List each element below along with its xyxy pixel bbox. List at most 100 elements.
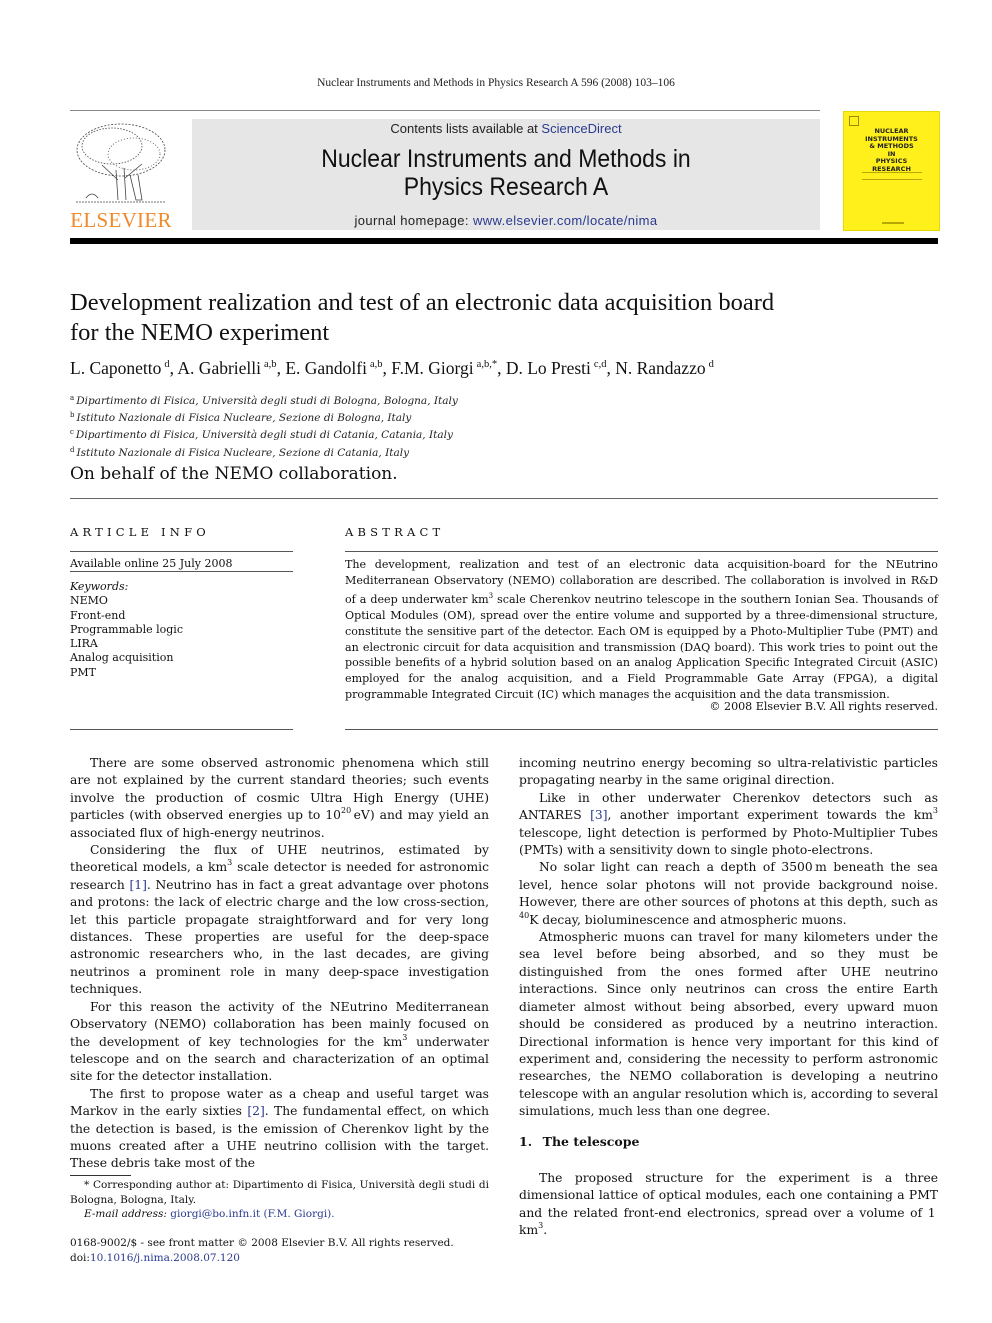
affiliation-text: Dipartimento di Fisica, Università degli…: [76, 395, 458, 407]
homepage-line: journal homepage: www.elsevier.com/locat…: [192, 213, 820, 228]
author-affiliation-marker[interactable]: d: [164, 359, 169, 370]
homepage-prefix: journal homepage:: [354, 213, 473, 228]
elsevier-wordmark: ELSEVIER: [70, 208, 172, 232]
footnote-rule: [70, 1175, 131, 1176]
on-behalf-note: On behalf of the NEMO collaboration.: [70, 464, 398, 484]
abstract-text-run: scale Cherenkov neutrino telescope in th…: [345, 592, 938, 702]
citation-link[interactable]: [2]: [247, 1104, 264, 1118]
superscript: 3: [932, 806, 938, 816]
doi-line: doi:10.1016/j.nima.2008.07.120: [70, 1251, 454, 1266]
author-affiliation-marker[interactable]: a,b: [264, 359, 277, 370]
paragraph: For this reason the activity of the NEut…: [70, 999, 489, 1086]
affiliation-text: Dipartimento di Fisica, Università degli…: [75, 429, 453, 442]
front-matter-line: 0168-9002/$ - see front matter © 2008 El…: [70, 1237, 454, 1249]
affiliation: a Dipartimento di Fisica, Università degl…: [70, 391, 570, 408]
affiliation-text: Istituto Nazionale di Fisica Nucleare, S…: [76, 446, 410, 459]
divider: [345, 551, 938, 552]
sciencedirect-link[interactable]: ScienceDirect: [541, 121, 621, 136]
divider: [70, 498, 938, 499]
citation-link[interactable]: [3]: [590, 808, 607, 822]
body-column-right: incoming neutrino energy becoming so ult…: [519, 755, 938, 1121]
text-run: No solar light can reach a depth of 3500…: [519, 860, 938, 910]
author-affiliation-marker[interactable]: a,b: [370, 359, 383, 370]
text-run: .: [543, 1223, 548, 1238]
author-name: D. Lo Presti: [505, 358, 591, 378]
email-link[interactable]: giorgi@bo.infn.it (F.M. Giorgi).: [170, 1208, 334, 1220]
email-label: E-mail address:: [84, 1208, 171, 1221]
corresponding-author-note: * Corresponding author at: Dipartimento …: [70, 1179, 489, 1206]
author[interactable]: N. Randazzo d: [615, 358, 714, 378]
affiliation: d Istituto Nazionale di Fisica Nucleare, …: [70, 443, 570, 460]
abstract-heading: ABSTRACT: [345, 525, 445, 539]
author[interactable]: A. Gabrielli a,b: [177, 358, 276, 378]
author-list: L. Caponetto d, A. Gabrielli a,b, E. Gando…: [70, 358, 714, 378]
author-affiliation-marker[interactable]: d: [709, 359, 714, 370]
cover-title: NUCLEAR INSTRUMENTS & METHODS IN PHYSICS RESE…: [844, 127, 939, 173]
divider: [70, 110, 820, 111]
author-name: F.M. Giorgi: [391, 358, 474, 378]
author[interactable]: F.M. Giorgi a,b,*: [391, 358, 497, 378]
keyword-list: NEMO Front-end Programmable logic LIRA Analo…: [70, 594, 183, 680]
paragraph: No solar light can reach a depth of 3500…: [519, 859, 938, 929]
contents-line: Contents lists available at ScienceDirec…: [192, 121, 820, 136]
body-column-left: There are some observed astronomic pheno…: [70, 755, 489, 1173]
cover-subtitle-lines: [862, 172, 922, 180]
author-affiliation-marker[interactable]: a,b,*: [477, 359, 497, 370]
elsevier-tree-icon: [76, 123, 166, 203]
keyword: Front-end: [70, 608, 126, 622]
keywords-label: Keywords:: [70, 580, 129, 593]
available-online: Available online 25 July 2008: [70, 557, 233, 570]
email-note: E-mail address: giorgi@bo.infn.it (F.M. …: [70, 1207, 489, 1222]
text-run: telescope, light detection is performed …: [519, 825, 938, 858]
paragraph: Atmospheric muons can travel for many ki…: [519, 930, 938, 1119]
author[interactable]: E. Gandolfi a,b: [285, 358, 382, 378]
article-info-heading: ARTICLE INFO: [70, 525, 210, 539]
footnotes: * Corresponding author at: Dipartimento …: [70, 1178, 489, 1222]
cover-logo-icon: [849, 116, 859, 126]
affiliation: b Istituto Nazionale di Fisica Nucleare, …: [70, 408, 570, 425]
affiliation: c Dipartimento di Fisica, Università degl…: [70, 425, 570, 442]
affiliation-key: d: [70, 445, 75, 454]
affiliation-text: Istituto Nazionale di Fisica Nucleare, S…: [76, 412, 412, 425]
journal-banner: Contents lists available at ScienceDirec…: [192, 119, 820, 230]
author-name: N. Randazzo: [615, 358, 706, 378]
superscript: 40: [519, 910, 530, 920]
journal-title-line: Physics Research A: [403, 173, 609, 201]
author[interactable]: D. Lo Presti c,d: [506, 358, 607, 378]
cover-footer-line: [882, 222, 904, 224]
author[interactable]: L. Caponetto d: [70, 358, 170, 378]
paragraph: The proposed structure for the experimen…: [519, 1170, 938, 1240]
running-head: Nuclear Instruments and Methods in Physi…: [317, 77, 675, 89]
superscript: 20: [341, 806, 352, 816]
affiliation-key: b: [70, 411, 75, 420]
author-affiliation-marker[interactable]: c,d: [594, 359, 607, 370]
header-rule: [70, 238, 938, 244]
affiliation-key: a: [70, 394, 75, 402]
divider: [70, 729, 293, 730]
doi-link[interactable]: 10.1016/j.nima.2008.07.120: [90, 1252, 240, 1264]
front-matter: 0168-9002/$ - see front matter © 2008 El…: [70, 1236, 454, 1265]
paragraph: The first to propose water as a cheap an…: [70, 1086, 489, 1173]
doi-label: doi:: [70, 1251, 90, 1264]
divider: [70, 571, 293, 572]
contents-prefix: Contents lists available at: [390, 121, 542, 136]
body-column-right-section: The proposed structure for the experimen…: [519, 1170, 938, 1240]
keyword: PMT: [70, 665, 97, 679]
affiliation-key: c: [70, 428, 74, 437]
author-name: E. Gandolfi: [285, 358, 367, 378]
paragraph: Like in other underwater Cherenkov detec…: [519, 790, 938, 860]
keyword: Programmable logic: [70, 622, 183, 636]
paragraph: Considering the flux of UHE neutrinos, e…: [70, 842, 489, 999]
divider: [345, 729, 938, 730]
keyword: LIRA: [70, 637, 98, 651]
journal-title-line: Nuclear Instruments and Methods in: [321, 145, 691, 173]
paragraph: There are some observed astronomic pheno…: [70, 755, 489, 842]
keywords: Keywords: NEMO Front-end Programmable logi…: [70, 580, 183, 680]
journal-homepage-link[interactable]: www.elsevier.com/locate/nima: [473, 213, 658, 228]
title-line: Development realization and test of an e…: [70, 289, 775, 316]
elsevier-logo[interactable]: ELSEVIER: [70, 120, 172, 232]
text-run: . Neutrino has in fact a great advantage…: [70, 877, 489, 997]
text-run: The proposed structure for the experimen…: [519, 1171, 938, 1238]
citation-link[interactable]: [1]: [129, 878, 146, 892]
journal-cover-thumbnail[interactable]: NUCLEAR INSTRUMENTS & METHODS IN PHYSICS RESE…: [843, 111, 940, 231]
